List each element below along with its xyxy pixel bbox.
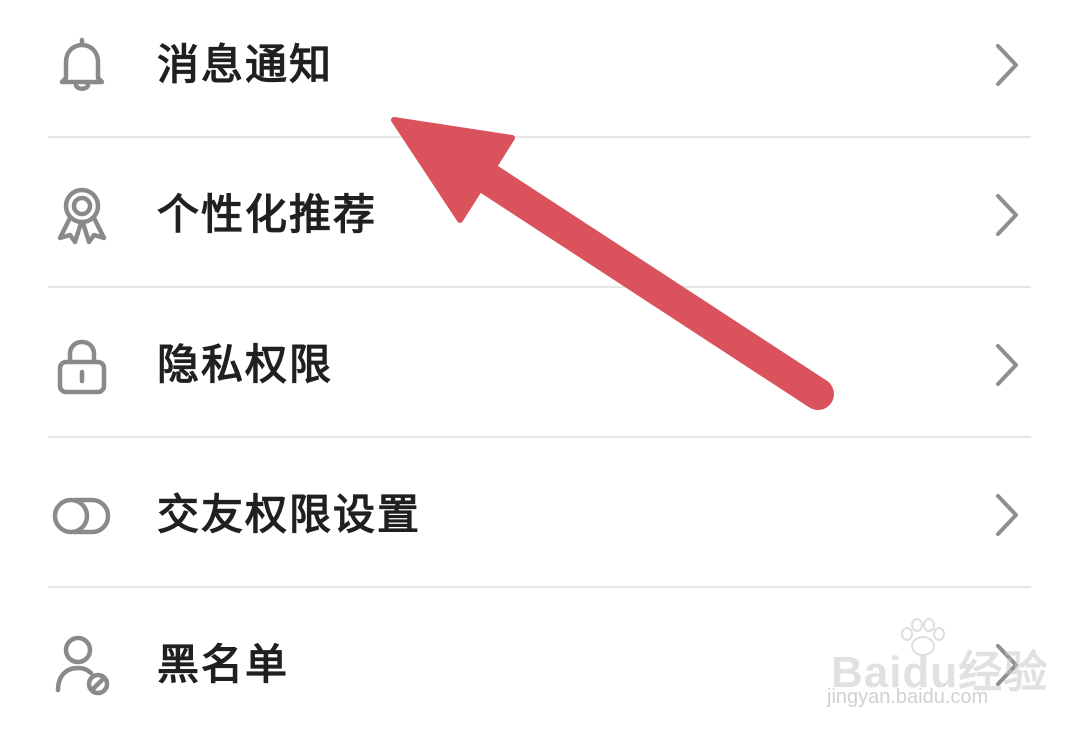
- watermark-url: jingyan.baidu.com: [827, 686, 989, 708]
- menu-item-privacy-permissions[interactable]: 隐私权限: [0, 290, 1076, 440]
- award-ribbon-icon: [57, 187, 107, 245]
- user-blocked-icon: [55, 635, 110, 696]
- menu-item-personalized-recommendation[interactable]: 个性化推荐: [0, 140, 1076, 290]
- menu-item-label: 黑名单: [157, 640, 290, 689]
- bell-icon: [59, 37, 105, 91]
- menu-item-label: 消息通知: [157, 40, 334, 89]
- divider: [48, 436, 1031, 438]
- divider: [48, 136, 1031, 138]
- lock-icon: [57, 339, 107, 395]
- menu-item-label: 交友权限设置: [157, 490, 422, 539]
- divider: [48, 586, 1031, 588]
- baidu-watermark: Baidu经验 jingyan.baidu.com: [825, 618, 1047, 718]
- chevron-right-icon[interactable]: [990, 192, 1024, 238]
- settings-page: 消息通知 个性化推荐 隐私权限 交友权限设置 黑名单 Baidu经验 jingy…: [0, 0, 1076, 736]
- menu-item-notifications[interactable]: 消息通知: [0, 0, 1076, 150]
- menu-item-friend-permission-settings[interactable]: 交友权限设置: [0, 440, 1076, 590]
- toggle-circles-icon: [52, 497, 111, 535]
- chevron-right-icon[interactable]: [990, 342, 1024, 388]
- chevron-right-icon[interactable]: [990, 492, 1024, 538]
- menu-item-label: 个性化推荐: [157, 190, 378, 239]
- menu-item-label: 隐私权限: [157, 340, 334, 389]
- chevron-right-icon[interactable]: [990, 42, 1024, 88]
- divider: [48, 286, 1031, 288]
